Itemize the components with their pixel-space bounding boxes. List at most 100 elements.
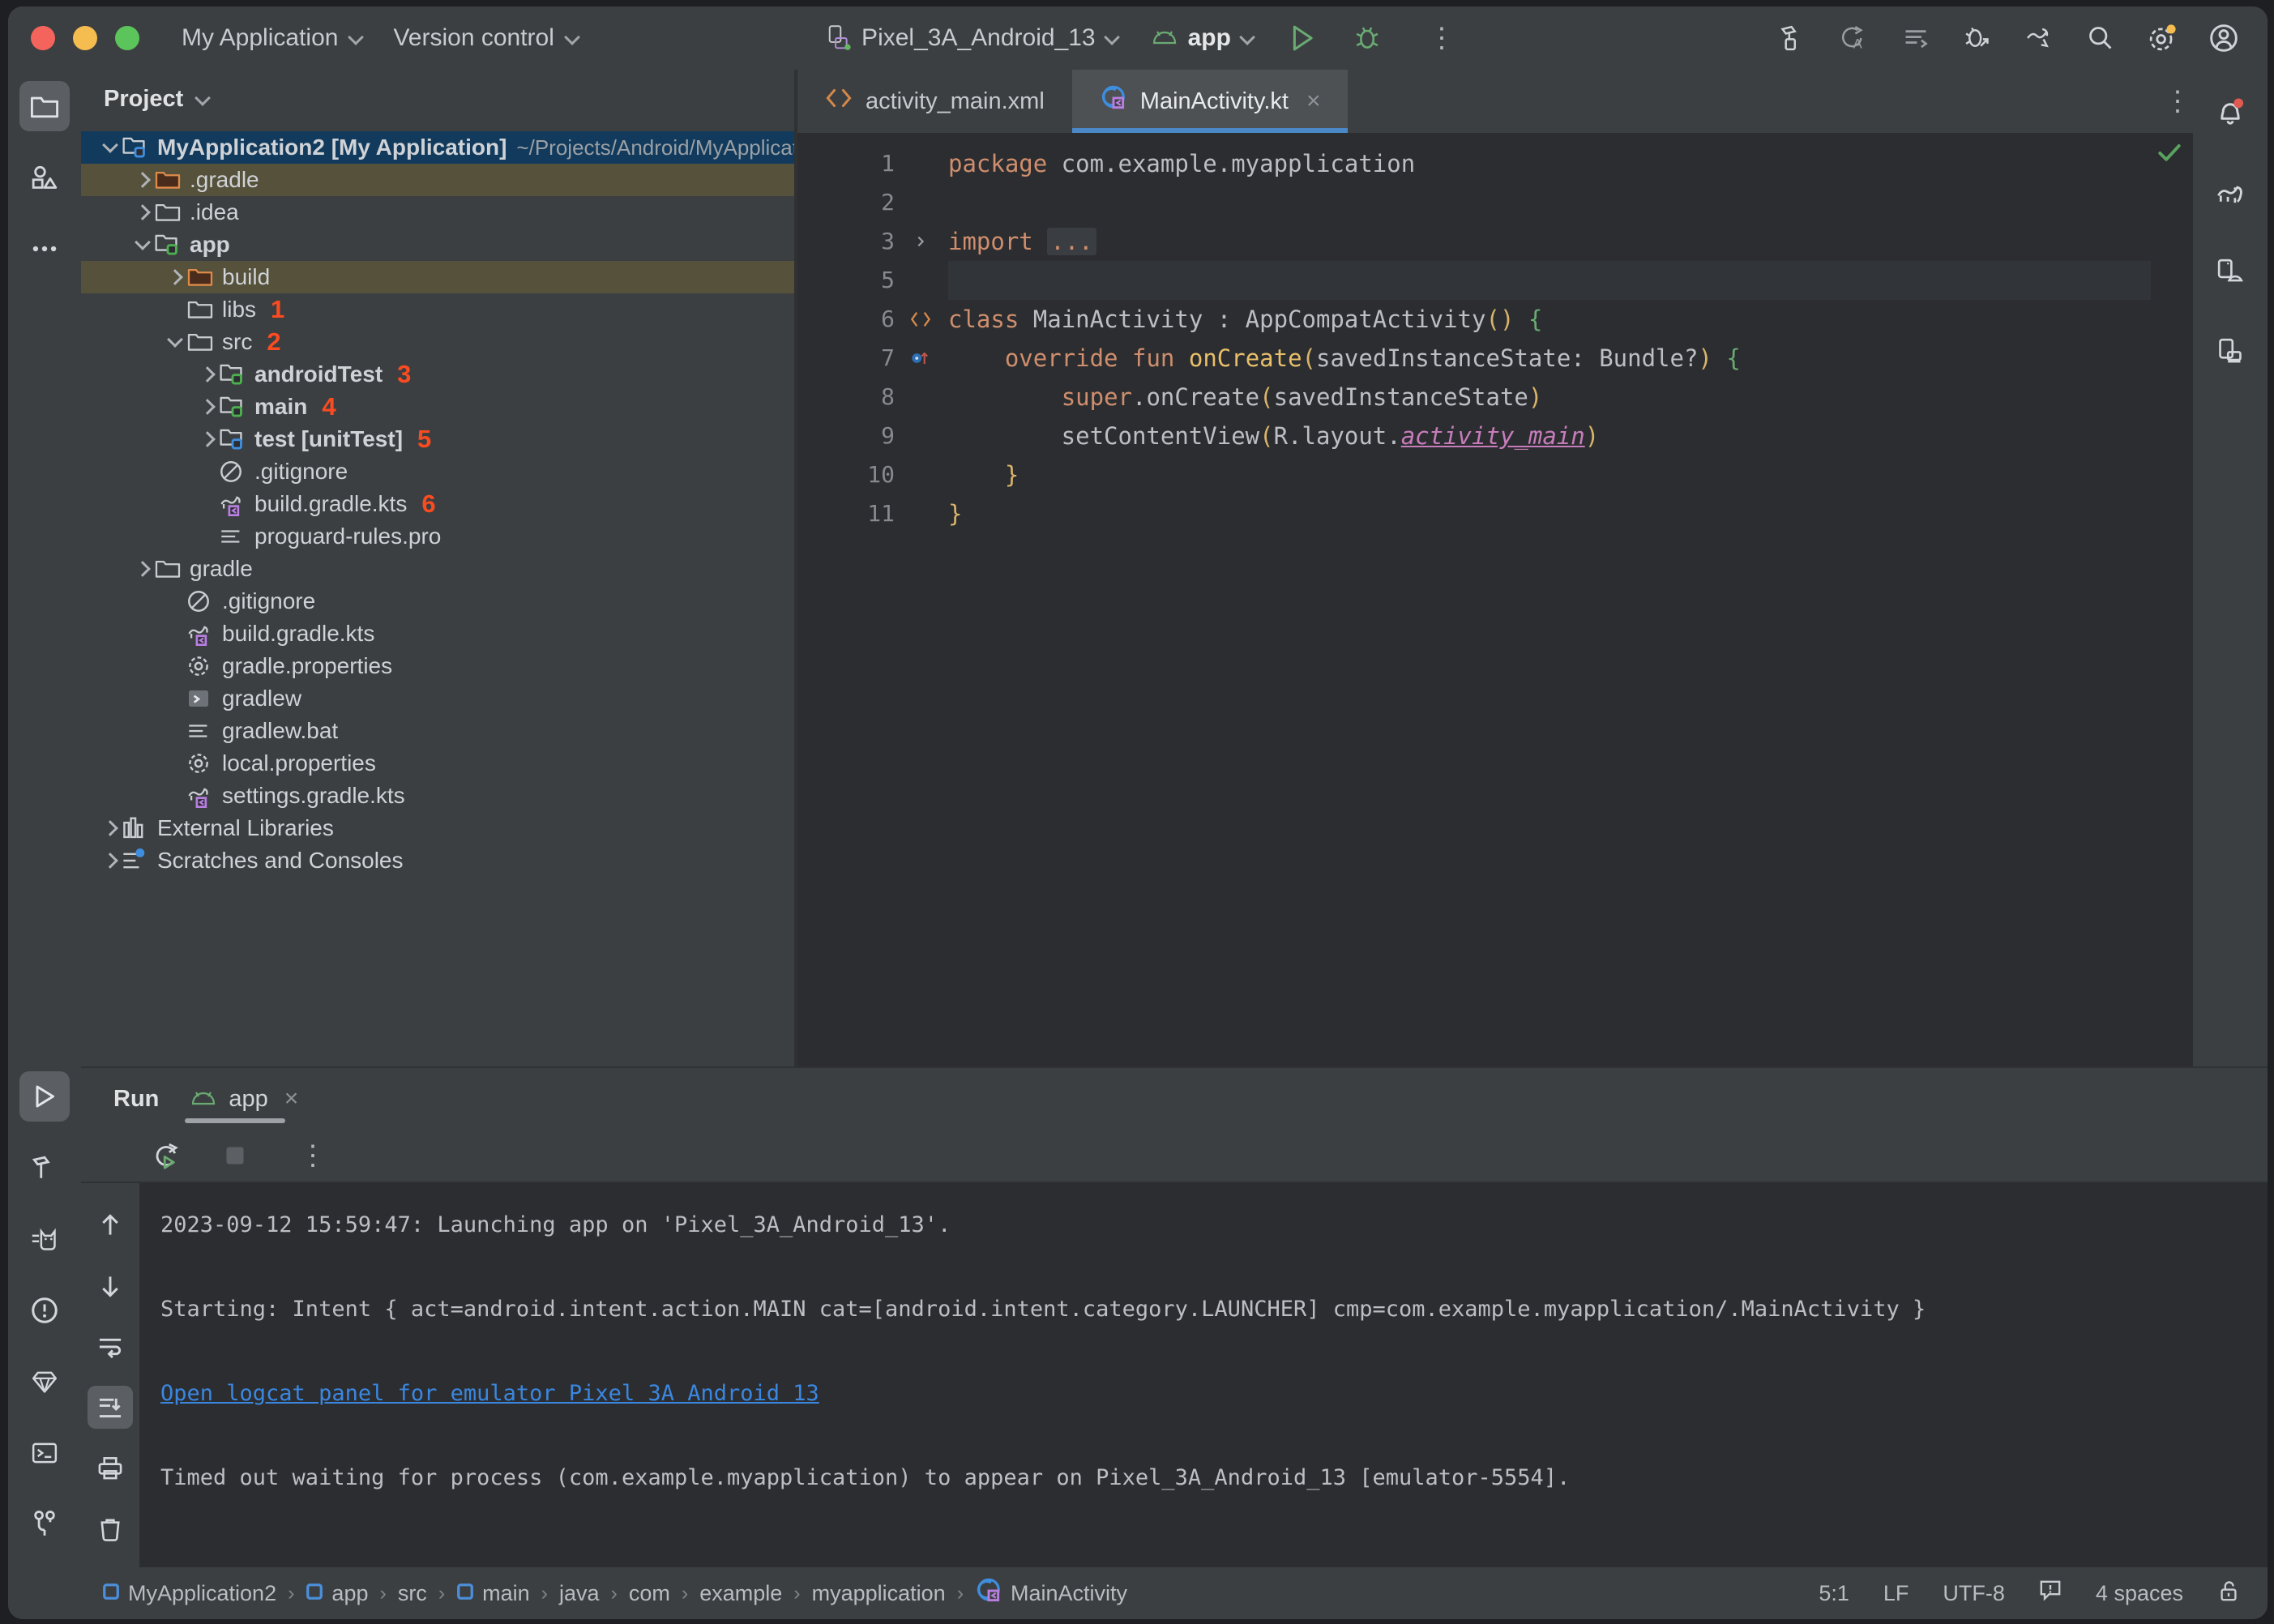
tree-row[interactable]: androidTest 3 [81, 358, 794, 391]
gradle-tool-button[interactable] [2205, 167, 2255, 217]
code-content[interactable]: package com.example.myapplication import… [903, 133, 2151, 1066]
scroll-up-button[interactable] [88, 1204, 133, 1247]
file-encoding[interactable]: UTF-8 [1943, 1581, 2005, 1606]
sidebar-item-terminal[interactable] [19, 1428, 70, 1478]
tree-expand-arrow[interactable] [165, 299, 186, 320]
account-button[interactable] [2208, 22, 2240, 54]
rerun-button[interactable] [151, 1139, 183, 1172]
tree-row[interactable]: .gitignore [81, 455, 794, 488]
tree-expand-arrow[interactable] [165, 591, 186, 612]
close-icon[interactable]: × [1306, 88, 1321, 115]
sidebar-item-problems[interactable] [19, 1285, 70, 1336]
breadcrumb-item[interactable]: MyApplication2 [102, 1581, 276, 1606]
sidebar-item-logcat[interactable] [19, 1214, 70, 1264]
inspection-list-button[interactable] [1900, 22, 1932, 54]
editor-tab[interactable]: activity_main.xml [797, 70, 1072, 133]
breadcrumb-item[interactable]: com [629, 1581, 670, 1606]
minimize-window-button[interactable] [73, 26, 97, 50]
more-actions-button[interactable]: ⋮ [1416, 22, 1455, 54]
tree-expand-arrow[interactable] [100, 818, 122, 839]
editor-tab[interactable]: MainActivity.kt × [1071, 70, 1349, 133]
code-line[interactable]: override fun onCreate(savedInstanceState… [948, 339, 2151, 378]
tree-row[interactable]: build.gradle.kts [81, 618, 794, 650]
breadcrumb-item[interactable]: app [306, 1581, 368, 1606]
console-link[interactable]: Open logcat panel for emulator Pixel 3A … [160, 1373, 2268, 1415]
tree-row[interactable]: .gradle [81, 164, 794, 196]
breadcrumb-item[interactable]: example [699, 1581, 782, 1606]
clear-all-button[interactable] [88, 1506, 133, 1549]
tree-row[interactable]: .idea [81, 196, 794, 229]
code-editor[interactable]: 1 2 3 5 6 7 8 9 10 11 package com.example.myappli… [797, 133, 2193, 1066]
gradle-sync-button[interactable] [2023, 22, 2055, 54]
tree-expand-arrow[interactable] [198, 429, 219, 450]
tree-expand-arrow[interactable] [165, 785, 186, 806]
tree-row[interactable]: build [81, 261, 794, 293]
tree-expand-arrow[interactable] [133, 558, 154, 579]
sidebar-item-run[interactable] [19, 1071, 70, 1122]
code-line[interactable]: class MainActivity : AppCompatActivity()… [948, 300, 2151, 339]
device-selector[interactable]: Pixel_3A_Android_13 [827, 24, 1118, 52]
tree-row[interactable]: src 2 [81, 326, 794, 358]
editor-tab-options[interactable]: ⋮ [2164, 70, 2193, 133]
tree-row[interactable]: build.gradle.kts 6 [81, 488, 794, 520]
tree-row[interactable]: main 4 [81, 391, 794, 423]
inspection-badge-icon[interactable] [2039, 1579, 2062, 1608]
code-line[interactable]: import ... [948, 222, 2151, 261]
code-with-me-button[interactable]: A [1838, 22, 1870, 54]
tree-expand-arrow[interactable] [133, 234, 154, 255]
running-devices-button[interactable] [2205, 326, 2255, 376]
sidebar-item-resource-manager[interactable] [19, 152, 70, 203]
tree-expand-arrow[interactable] [100, 137, 122, 158]
code-line[interactable]: setContentView(R.layout.activity_main) [948, 417, 2151, 455]
version-control-menu-button[interactable]: Version control [393, 24, 578, 52]
soft-wrap-button[interactable] [88, 1325, 133, 1368]
tree-expand-arrow[interactable] [165, 656, 186, 677]
tree-row[interactable]: libs 1 [81, 293, 794, 326]
tree-expand-arrow[interactable] [198, 526, 219, 547]
console-output[interactable]: 2023-09-12 15:59:47: Launching app on 'P… [139, 1183, 2268, 1567]
stop-button[interactable] [219, 1139, 251, 1172]
breadcrumb-item[interactable]: src [398, 1581, 427, 1606]
breadcrumb[interactable]: MyApplication2 › app › src › main › java › com › exa… [102, 1578, 1127, 1609]
tree-expand-arrow[interactable] [198, 494, 219, 515]
tree-expand-arrow[interactable] [133, 202, 154, 223]
tree-row[interactable]: .gitignore [81, 585, 794, 618]
tree-expand-arrow[interactable] [165, 331, 186, 353]
error-stripe[interactable] [2151, 133, 2193, 1066]
line-separator[interactable]: LF [1883, 1581, 1909, 1606]
indent-setting[interactable]: 4 spaces [2096, 1581, 2183, 1606]
tree-row[interactable]: settings.gradle.kts [81, 780, 794, 812]
sidebar-item-more-tools[interactable] [19, 224, 70, 274]
line-number-gutter[interactable]: 1 2 3 5 6 7 8 9 10 11 [797, 133, 931, 1066]
debug-button[interactable] [1351, 22, 1383, 54]
debug-attach-button[interactable] [1961, 22, 1994, 54]
tree-expand-arrow[interactable] [133, 169, 154, 190]
search-button[interactable] [2084, 22, 2117, 54]
tree-row[interactable]: Scratches and Consoles [81, 844, 794, 877]
code-line[interactable]: super.onCreate(savedInstanceState) [948, 378, 2151, 417]
unlocked-icon[interactable] [2217, 1579, 2240, 1608]
tree-row[interactable]: local.properties [81, 747, 794, 780]
tree-expand-arrow[interactable] [198, 364, 219, 385]
tree-expand-arrow[interactable] [100, 850, 122, 871]
tree-expand-arrow[interactable] [165, 267, 186, 288]
more-options-button[interactable]: ⋮ [287, 1139, 327, 1172]
code-line[interactable]: package com.example.myapplication [948, 144, 2151, 183]
tree-row[interactable]: proguard-rules.pro [81, 520, 794, 553]
tree-expand-arrow[interactable] [198, 461, 219, 482]
breadcrumb-item[interactable]: myapplication [812, 1581, 946, 1606]
close-icon[interactable]: × [284, 1085, 299, 1113]
chevron-down-icon[interactable] [196, 92, 209, 105]
code-line[interactable] [948, 261, 2151, 300]
tree-row[interactable]: External Libraries [81, 812, 794, 844]
run-button[interactable] [1286, 22, 1319, 54]
tree-expand-arrow[interactable] [198, 396, 219, 417]
device-manager-button[interactable] [2205, 246, 2255, 297]
close-window-button[interactable] [31, 26, 55, 50]
tree-row[interactable]: MyApplication2 [My Application] ~/Project… [81, 131, 794, 164]
caret-position[interactable]: 5:1 [1819, 1581, 1849, 1606]
scroll-down-button[interactable] [88, 1265, 133, 1308]
tree-row[interactable]: gradlew.bat [81, 715, 794, 747]
tree-row[interactable]: gradlew [81, 682, 794, 715]
print-button[interactable] [88, 1447, 133, 1489]
